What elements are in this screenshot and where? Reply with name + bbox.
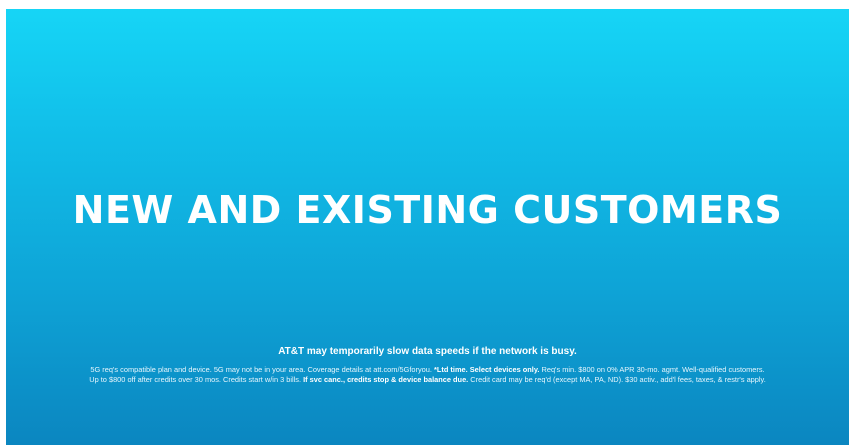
- disclaimer-bold-1: *Ltd time. Select devices only.: [434, 365, 540, 374]
- ad-headline: NEW AND EXISTING CUSTOMERS: [72, 188, 783, 232]
- network-notice: AT&T may temporarily slow data speeds if…: [278, 346, 577, 357]
- disclaimer-text-1: 5G req's compatible plan and device. 5G …: [90, 365, 435, 374]
- disclaimer-text-3: Credit card may be req'd (except MA, PA,…: [468, 375, 766, 384]
- video-player[interactable]: NEW AND EXISTING CUSTOMERS AT&T may temp…: [6, 9, 849, 445]
- disclaimer-bold-2: If svc canc., credits stop & device bala…: [303, 375, 469, 384]
- video-frame: NEW AND EXISTING CUSTOMERS AT&T may temp…: [0, 0, 853, 445]
- legal-disclaimer: 5G req's compatible plan and device. 5G …: [86, 365, 769, 385]
